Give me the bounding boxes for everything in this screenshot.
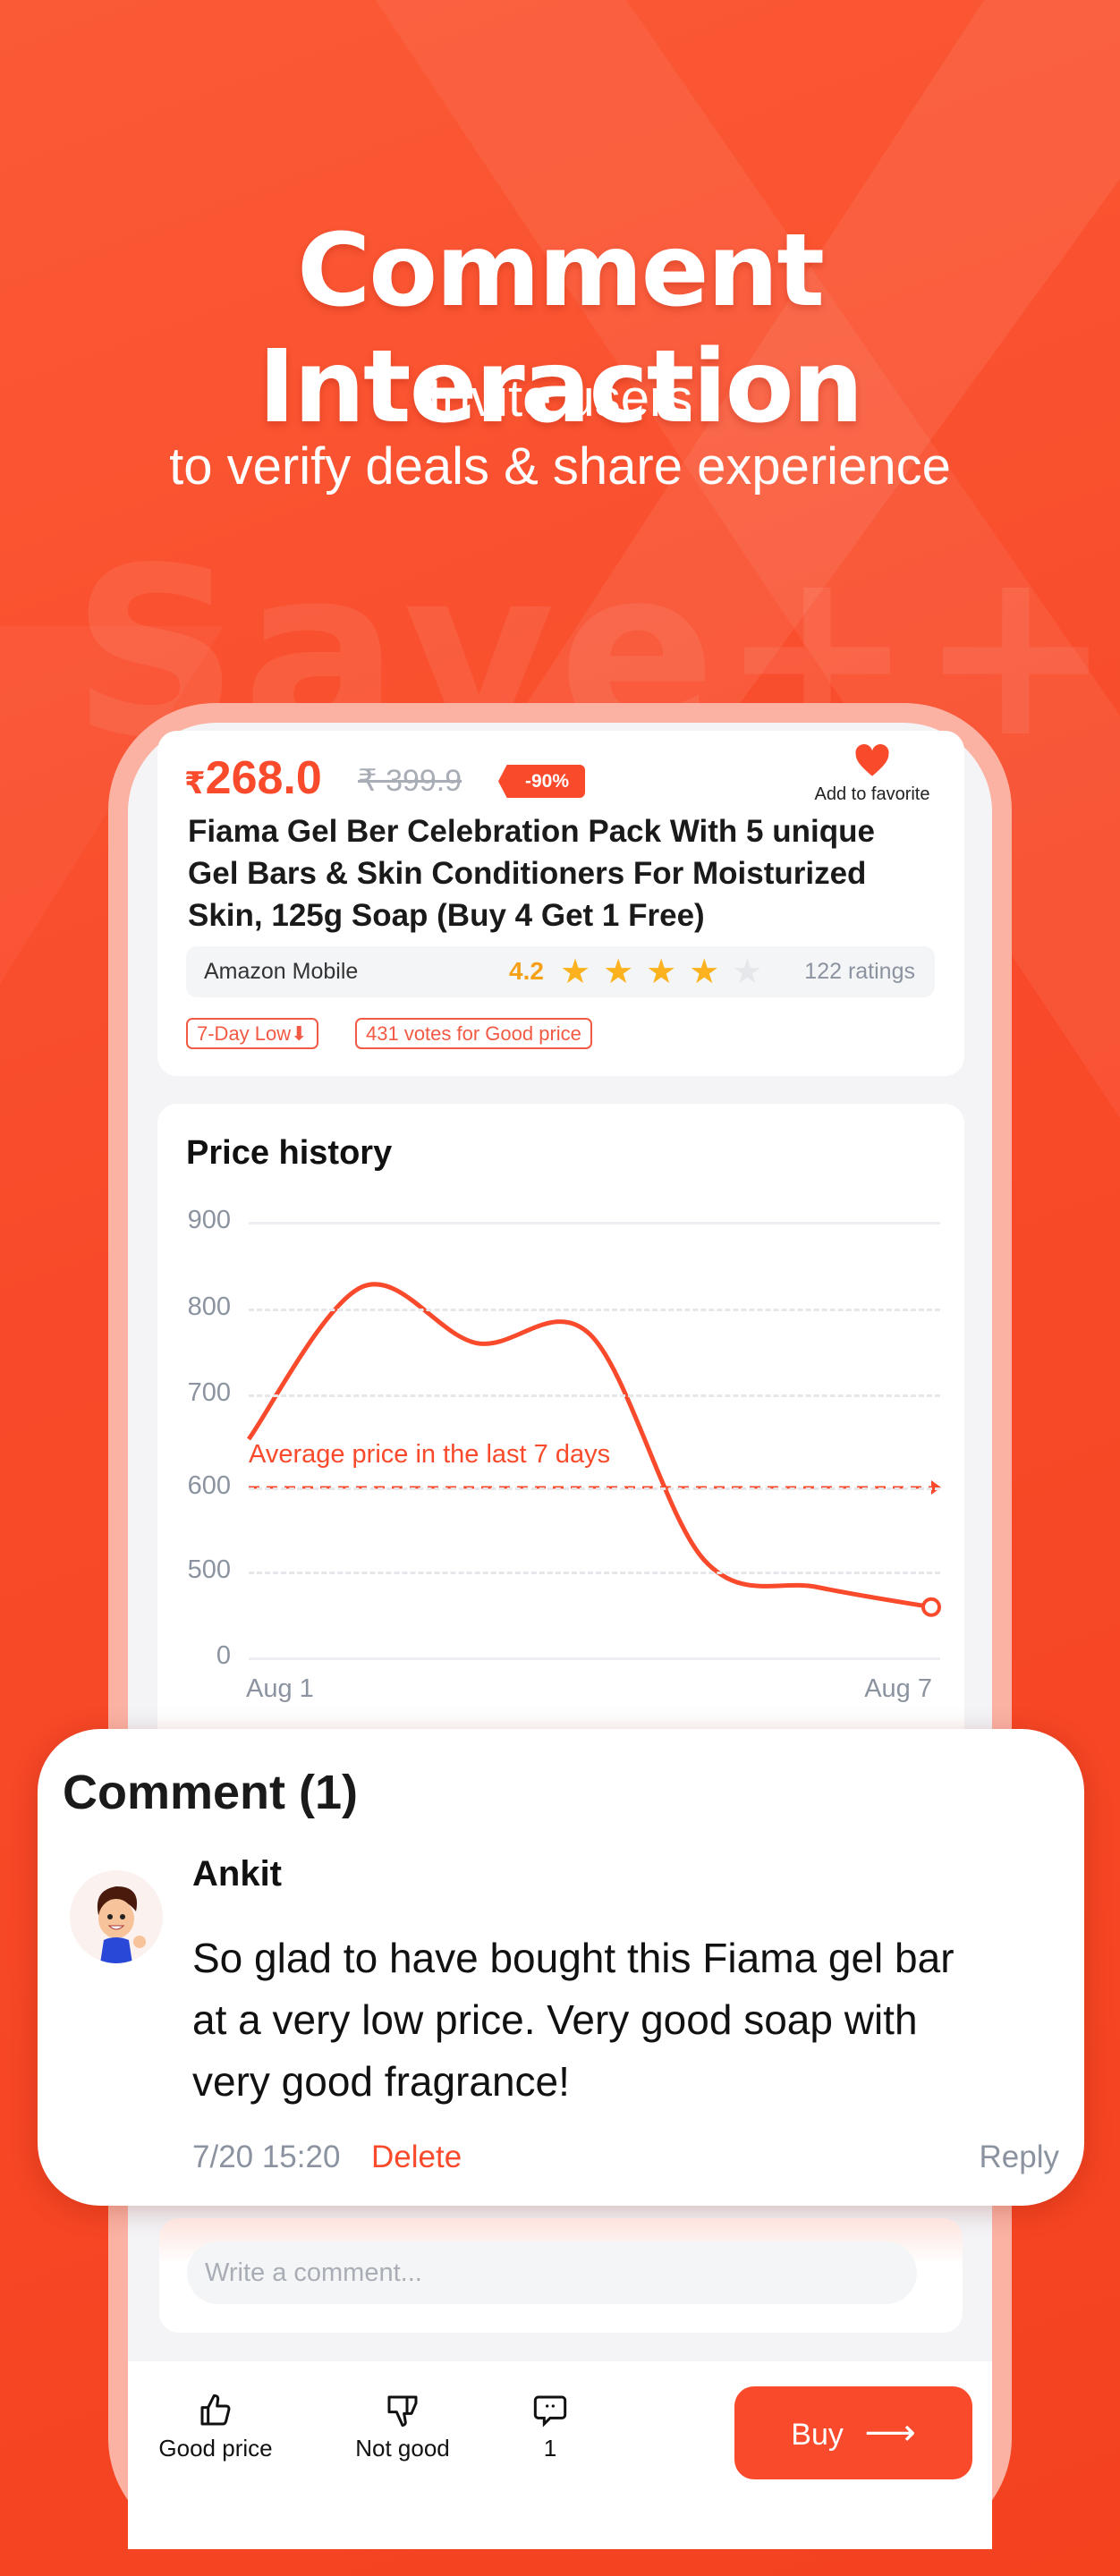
delete-button[interactable]: Delete [371, 2140, 462, 2175]
x-tick-label: Aug 1 [246, 1674, 314, 1703]
y-tick-label: 800 [187, 1292, 231, 1321]
comment-author: Ankit [192, 1854, 282, 1894]
comment-placeholder: Write a comment... [205, 2258, 422, 2287]
gridline [249, 1572, 940, 1574]
y-tick-label: 500 [187, 1555, 231, 1584]
thumbs-up-icon [200, 2394, 231, 2426]
thumbs-down-icon [387, 2395, 418, 2428]
buy-button[interactable]: Buy ⟶ [734, 2386, 972, 2479]
y-tick-label: 700 [187, 1378, 231, 1407]
good-price-button[interactable]: Good price [135, 2393, 296, 2462]
y-tick-label: 900 [187, 1206, 231, 1234]
x-tick-label: Aug 7 [864, 1674, 932, 1703]
not-good-button[interactable]: Not good [322, 2393, 483, 2462]
not-good-label: Not good [355, 2435, 450, 2462]
good-price-label: Good price [158, 2435, 273, 2462]
arrow-right-icon: ⟶ [864, 2413, 916, 2453]
comment-text: So glad to have bought this Fiama gel ba… [192, 1928, 955, 2113]
y-tick-label: 600 [187, 1471, 231, 1500]
comment-header: Comment (1) [63, 1766, 359, 1819]
avatar[interactable] [70, 1870, 163, 1963]
buy-label: Buy [791, 2418, 844, 2452]
last-price-marker [921, 1597, 941, 1617]
gridline [249, 1394, 940, 1397]
avatar-cartoon-icon [97, 1886, 146, 1963]
comment-line: at a very low price. Very good soap with [192, 1996, 918, 2043]
comment-time: 7/20 15:20 [192, 2140, 341, 2174]
gridline [249, 1222, 940, 1224]
comment-card: Comment (1) Ankit So glad to have bought… [38, 1729, 1084, 2206]
average-price-label: Average price in the last 7 days [249, 1440, 611, 1469]
comment-input[interactable]: Write a comment... [187, 2241, 917, 2304]
comment-bubble-icon [533, 2395, 567, 2428]
comments-button[interactable]: 1 [470, 2393, 631, 2462]
y-tick-label: 0 [216, 1641, 231, 1670]
comment-line: So glad to have bought this Fiama gel ba… [192, 1935, 955, 1981]
gridline [249, 1487, 940, 1490]
gridline [249, 1657, 940, 1660]
reply-button[interactable]: Reply [980, 2140, 1059, 2175]
gridline [249, 1309, 940, 1311]
comment-line: very good fragrance! [192, 2058, 570, 2105]
comment-count: 1 [543, 2435, 557, 2462]
